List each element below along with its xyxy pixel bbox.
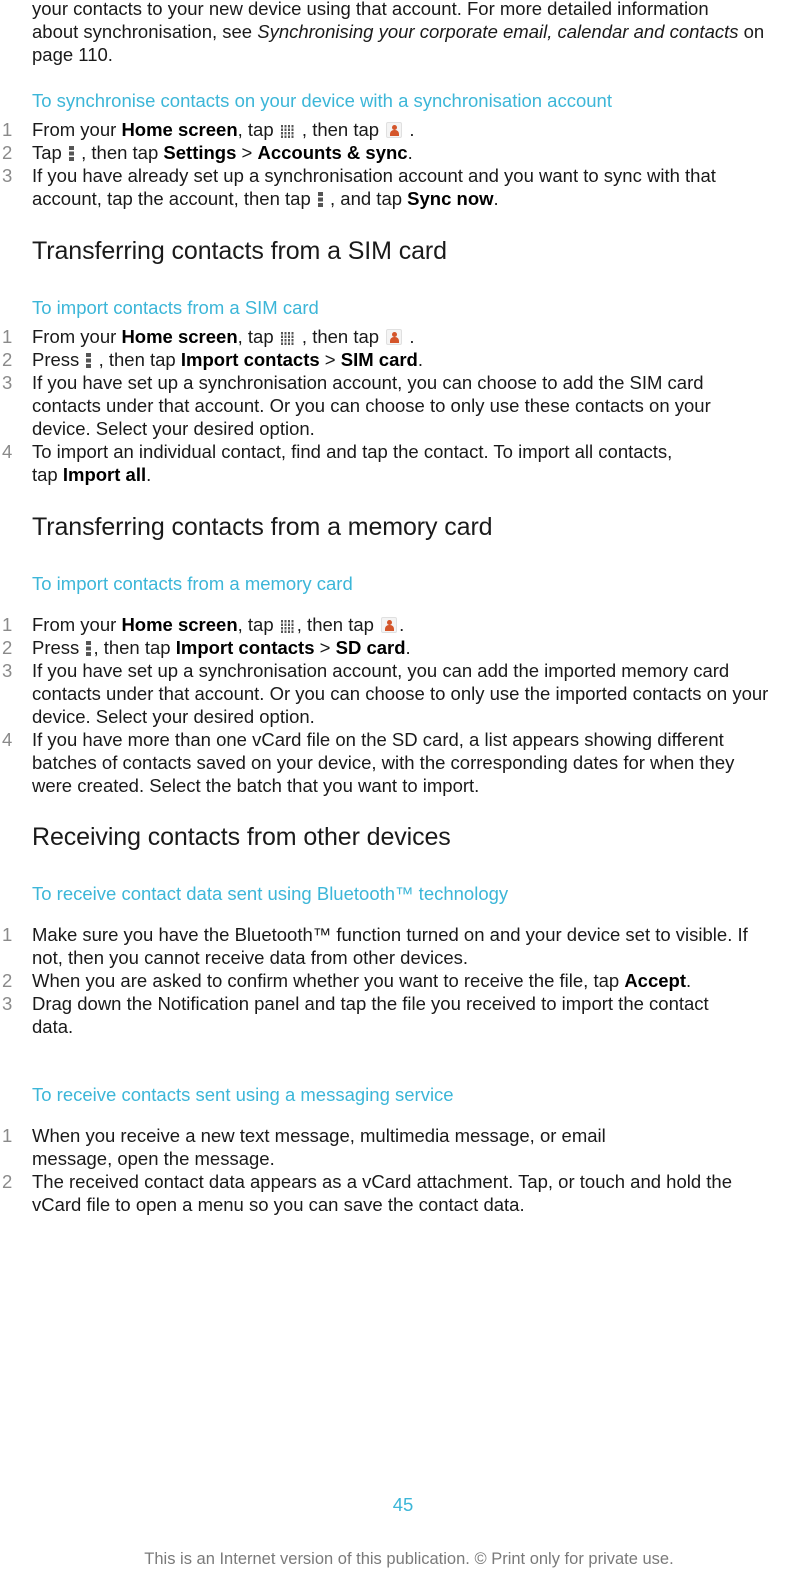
ui-term: Home screen xyxy=(121,614,238,635)
step-item: 3 If you have set up a synchronisation a… xyxy=(2,372,711,439)
task-title-sim: To import contacts from a SIM card xyxy=(32,297,319,318)
step-item: 2 Press , then tap Import contacts > SIM… xyxy=(2,349,423,370)
step-number: 3 xyxy=(2,993,13,1014)
ui-term: Accounts & sync xyxy=(257,142,408,163)
footer-copyright-note: This is an Internet version of this publ… xyxy=(144,1550,674,1568)
steps-sim: 1 From your Home screen, tap , then tap … xyxy=(0,325,800,486)
step-item: 4 If you have more than one vCard file o… xyxy=(2,729,735,796)
menu-icon xyxy=(86,353,92,369)
manual-page: your contacts to your new device using t… xyxy=(0,0,806,1590)
step-number: 1 xyxy=(2,614,13,635)
steps-messaging: 1 When you receive a new text message, m… xyxy=(0,1124,800,1216)
intro-paragraph: your contacts to your new device using t… xyxy=(32,0,800,66)
ui-term: Accept xyxy=(624,970,687,991)
step-item: 3 If you have set up a synchronisation a… xyxy=(2,660,769,727)
ui-term: Import contacts xyxy=(180,349,320,370)
step-number: 1 xyxy=(2,119,13,140)
step-number: 1 xyxy=(2,326,13,347)
ui-term: Settings xyxy=(163,142,237,163)
menu-icon xyxy=(317,192,323,208)
steps-bluetooth: 1 Make sure you have the Bluetooth™ func… xyxy=(0,923,800,1038)
menu-icon xyxy=(68,146,74,162)
step-item: 4 To import an individual contact, find … xyxy=(2,441,673,485)
contacts-app-icon xyxy=(386,122,403,138)
step-item: 2 The received contact data appears as a… xyxy=(2,1171,733,1215)
ui-term: Import contacts xyxy=(175,637,315,658)
task-title-sync: To synchronise contacts on your device w… xyxy=(32,90,612,111)
ui-term: Home screen xyxy=(121,119,238,140)
step-number: 1 xyxy=(2,924,13,945)
step-number: 2 xyxy=(2,1171,13,1192)
page-number: 45 xyxy=(392,1494,414,1515)
task-title-bluetooth: To receive contact data sent using Bluet… xyxy=(32,883,509,904)
ui-term: SD card xyxy=(335,637,406,658)
section-heading-sim: Transferring contacts from a SIM card xyxy=(32,237,447,265)
step-item: 1 When you receive a new text message, m… xyxy=(2,1125,606,1169)
step-number: 3 xyxy=(2,165,13,186)
menu-icon xyxy=(86,641,92,657)
step-item: 1 From your Home screen, tap , then tap … xyxy=(2,119,415,140)
step-number: 4 xyxy=(2,729,13,750)
cross-reference-link[interactable]: Synchronising your corporate email, cale… xyxy=(257,21,738,42)
ui-term: Home screen xyxy=(121,326,238,347)
step-item: 1 From your Home screen, tap , then tap … xyxy=(2,614,405,635)
step-number: 2 xyxy=(2,970,13,991)
section-heading-memory: Transferring contacts from a memory card xyxy=(32,513,493,541)
intro-line-2: about synchronisation, see xyxy=(32,21,258,42)
step-item: 1 From your Home screen, tap , then tap … xyxy=(2,326,415,347)
step-number: 2 xyxy=(2,637,13,658)
apps-grid-icon xyxy=(280,124,295,138)
step-item: 1 Make sure you have the Bluetooth™ func… xyxy=(2,924,748,968)
step-item: 2 Press , then tap Import contacts > SD … xyxy=(2,637,411,658)
contacts-app-icon xyxy=(381,617,398,633)
apps-grid-icon xyxy=(280,331,295,345)
step-number: 3 xyxy=(2,372,13,393)
contacts-app-icon xyxy=(386,329,403,345)
section-heading-receiving: Receiving contacts from other devices xyxy=(32,823,451,851)
step-number: 3 xyxy=(2,660,13,681)
ui-term: SIM card xyxy=(340,349,418,370)
step-number: 2 xyxy=(2,142,13,163)
step-item: 2 When you are asked to confirm whether … xyxy=(2,970,692,991)
intro-line-1: your contacts to your new device using t… xyxy=(32,0,709,19)
ui-term: Import all xyxy=(62,464,147,485)
step-item: 2 Tap , then tap Settings > Accounts & s… xyxy=(2,142,413,163)
task-title-memory: To import contacts from a memory card xyxy=(32,573,353,594)
step-number: 1 xyxy=(2,1125,13,1146)
steps-sync: 1 From your Home screen, tap , then tap … xyxy=(0,118,800,210)
apps-grid-icon xyxy=(280,619,295,633)
step-item: 3 If you have already set up a synchroni… xyxy=(2,165,716,209)
step-number: 2 xyxy=(2,349,13,370)
steps-memory: 1 From your Home screen, tap , then tap … xyxy=(0,613,800,797)
ui-term: Sync now xyxy=(407,188,494,209)
step-item: 3 Drag down the Notification panel and t… xyxy=(2,993,709,1037)
task-title-messaging: To receive contacts sent using a messagi… xyxy=(32,1084,454,1105)
step-number: 4 xyxy=(2,441,13,462)
